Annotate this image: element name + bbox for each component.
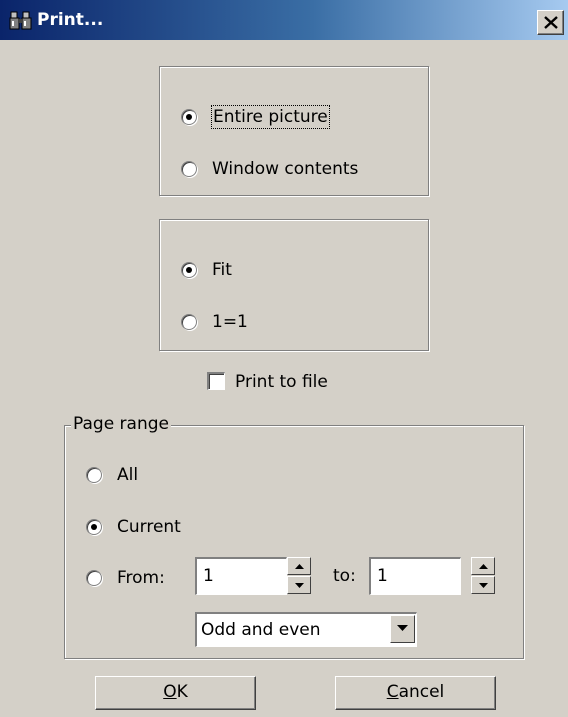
radio-button[interactable] <box>86 519 102 535</box>
to-spin-up-button[interactable] <box>471 557 495 575</box>
page-range-legend: Page range <box>71 414 171 434</box>
binoculars-icon <box>9 9 33 31</box>
radio-button[interactable] <box>181 314 197 330</box>
radio-button[interactable] <box>181 109 197 125</box>
radio-entire-picture[interactable]: Entire picture <box>181 105 330 129</box>
parity-selected-value: Odd and even <box>201 620 321 640</box>
radio-label: 1=1 <box>212 312 248 332</box>
dropdown-button[interactable] <box>390 615 415 643</box>
radio-one-to-one[interactable]: 1=1 <box>181 310 248 334</box>
ok-label-rest: K <box>176 682 188 702</box>
radio-from[interactable]: From: <box>86 566 165 590</box>
radio-label: Fit <box>212 260 232 280</box>
radio-fit[interactable]: Fit <box>181 258 232 282</box>
radio-button[interactable] <box>86 467 102 483</box>
arrow-up-icon <box>295 564 304 569</box>
arrow-up-icon <box>479 564 488 569</box>
title-bar[interactable]: Print... <box>0 0 568 40</box>
to-page-input[interactable]: 1 <box>369 557 461 595</box>
window-title: Print... <box>37 10 104 30</box>
arrow-down-icon <box>479 583 488 588</box>
from-spin-down-button[interactable] <box>287 576 311 594</box>
print-to-file-checkbox[interactable] <box>207 372 225 390</box>
cancel-label-rest: ancel <box>398 682 445 702</box>
to-label: to: <box>333 566 356 586</box>
radio-all[interactable]: All <box>86 463 138 487</box>
radio-label: Window contents <box>212 159 359 179</box>
radio-label: Current <box>117 517 181 537</box>
radio-button[interactable] <box>86 570 102 586</box>
radio-label: All <box>117 465 139 485</box>
from-page-spinner[interactable] <box>287 557 311 595</box>
close-icon <box>544 16 558 29</box>
radio-window-contents[interactable]: Window contents <box>181 157 358 181</box>
radio-label: Entire picture <box>211 105 330 129</box>
radio-button[interactable] <box>181 262 197 278</box>
chevron-down-icon <box>397 625 408 631</box>
arrow-down-icon <box>295 583 304 588</box>
radio-label: From: <box>117 568 165 588</box>
ok-mnemonic: O <box>163 682 177 702</box>
from-spin-up-button[interactable] <box>287 557 311 575</box>
cancel-button[interactable]: Cancel <box>335 676 496 710</box>
parity-dropdown[interactable]: Odd and even <box>195 612 417 647</box>
to-page-spinner[interactable] <box>471 557 495 595</box>
radio-current[interactable]: Current <box>86 515 181 539</box>
cancel-mnemonic: C <box>386 682 399 702</box>
radio-button[interactable] <box>181 161 197 177</box>
to-spin-down-button[interactable] <box>471 576 495 594</box>
print-to-file-label[interactable]: Print to file <box>235 371 328 393</box>
close-button[interactable] <box>537 10 564 35</box>
from-page-input[interactable]: 1 <box>195 557 287 595</box>
ok-button[interactable]: OK <box>95 676 256 710</box>
